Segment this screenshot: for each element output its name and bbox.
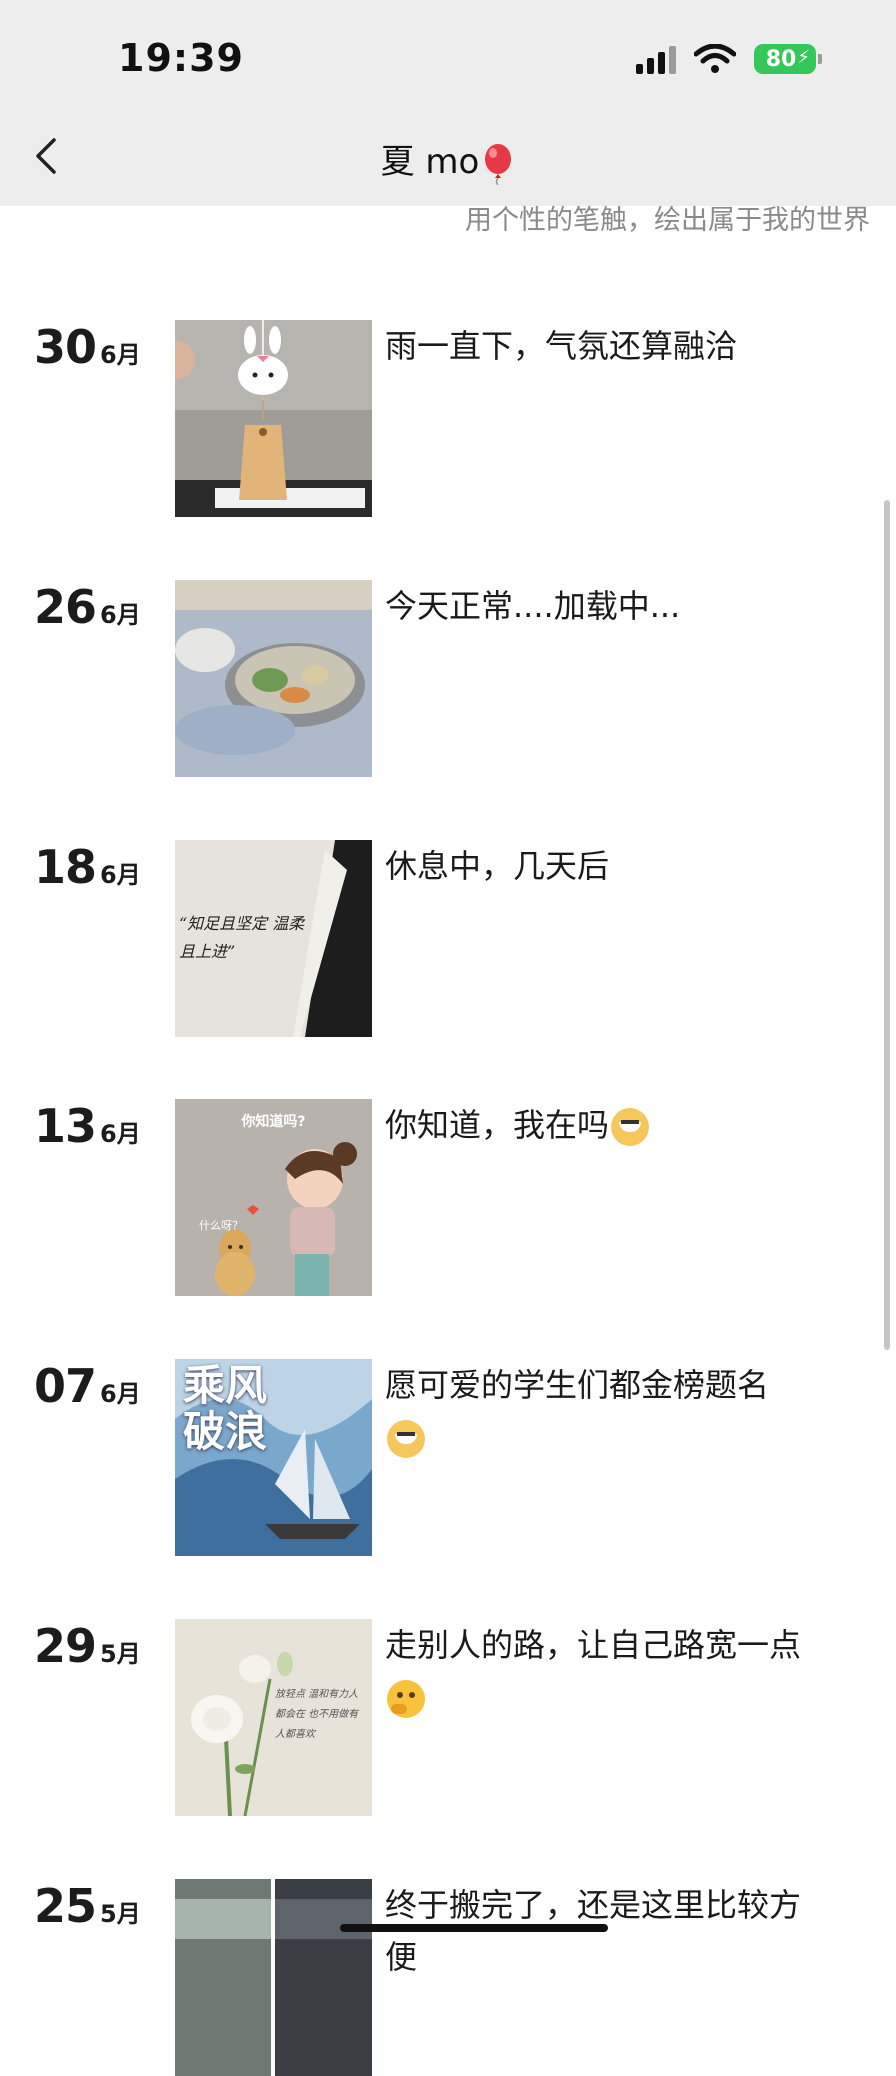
thumb-caption-small: 什么呀？ bbox=[199, 1219, 243, 1232]
battery-indicator: 80 ⚡ bbox=[754, 44, 822, 74]
post-thumbnail[interactable] bbox=[175, 1879, 372, 2076]
post-month: 6月 bbox=[100, 341, 141, 369]
post-day: 30 bbox=[34, 320, 97, 374]
post-date: 18 6月 bbox=[34, 840, 141, 894]
battery-level: 80 bbox=[765, 46, 797, 72]
thinking-emoji-icon bbox=[387, 1680, 425, 1718]
scrollbar[interactable] bbox=[884, 500, 890, 1350]
post-thumbnail[interactable] bbox=[175, 320, 372, 517]
thumb-poster-title: 乘风破浪 bbox=[183, 1361, 268, 1456]
post-thumbnail[interactable]: 放轻点 温和有力人都会在 也不用做有人都喜欢 bbox=[175, 1619, 372, 1816]
status-time: 19:39 bbox=[118, 36, 244, 80]
top-bar: 19:39 80 ⚡ 夏 mo bbox=[0, 0, 896, 206]
doge-emoji-icon bbox=[387, 1420, 425, 1458]
post-date: 13 6月 bbox=[34, 1099, 141, 1153]
doge-emoji-icon bbox=[611, 1108, 650, 1146]
post-date: 30 6月 bbox=[34, 320, 141, 374]
post-month: 6月 bbox=[100, 1380, 141, 1408]
post-date: 25 5月 bbox=[34, 1879, 141, 1933]
post-thumbnail[interactable] bbox=[175, 580, 372, 777]
home-indicator[interactable] bbox=[340, 1924, 608, 1932]
post-thumbnail[interactable]: “知足且坚定 温柔且上进” bbox=[175, 840, 372, 1037]
wifi-icon bbox=[694, 44, 736, 73]
post-date: 07 6月 bbox=[34, 1359, 141, 1413]
post-month: 5月 bbox=[100, 1640, 141, 1668]
post-caption[interactable]: 你知道，我在吗 bbox=[385, 1099, 825, 1151]
post-caption-text: 走别人的路，让自己路宽一点 bbox=[385, 1626, 802, 1664]
post-caption[interactable]: 休息中，几天后 bbox=[385, 840, 825, 892]
post-caption-text: 愿可爱的学生们都金榜题名 bbox=[385, 1366, 770, 1404]
post-month: 6月 bbox=[100, 1120, 141, 1148]
post-day: 29 bbox=[34, 1619, 97, 1673]
page-title: 夏 mo bbox=[0, 134, 896, 185]
post-caption[interactable]: 愿可爱的学生们都金榜题名 bbox=[385, 1359, 825, 1463]
post-thumbnail[interactable]: 你知道吗? 什么呀？ bbox=[175, 1099, 372, 1296]
post-month: 6月 bbox=[100, 861, 141, 889]
post-caption[interactable]: 今天正常....加载中... bbox=[385, 580, 825, 632]
post-month: 6月 bbox=[100, 601, 141, 629]
post-day: 26 bbox=[34, 580, 97, 634]
balloon-icon bbox=[485, 143, 512, 185]
post-caption[interactable]: 走别人的路，让自己路宽一点 bbox=[385, 1619, 825, 1723]
post-day: 13 bbox=[34, 1099, 97, 1153]
post-day: 07 bbox=[34, 1359, 97, 1413]
post-month: 5月 bbox=[100, 1900, 141, 1928]
post-date: 29 5月 bbox=[34, 1619, 141, 1673]
cellular-signal-icon bbox=[636, 44, 676, 74]
thumb-flower-note: 放轻点 温和有力人都会在 也不用做有人都喜欢 bbox=[275, 1689, 359, 1740]
post-day: 18 bbox=[34, 840, 97, 894]
status-icons: 80 ⚡ bbox=[636, 44, 822, 74]
post-date: 26 6月 bbox=[34, 580, 141, 634]
charging-bolt-icon: ⚡ bbox=[797, 47, 810, 68]
page-title-text: 夏 mo bbox=[380, 142, 480, 182]
post-caption-text: 你知道，我在吗 bbox=[385, 1106, 610, 1144]
thumb-handwriting: “知足且坚定 温柔且上进” bbox=[179, 914, 305, 961]
post-thumbnail[interactable]: 乘风破浪 bbox=[175, 1359, 372, 1556]
thumb-caption-top: 你知道吗? bbox=[241, 1114, 306, 1130]
post-caption[interactable]: 雨一直下，气氛还算融洽 bbox=[385, 320, 825, 372]
profile-signature: 用个性的笔触，绘出属于我的世界 bbox=[465, 205, 870, 236]
post-day: 25 bbox=[34, 1879, 97, 1933]
